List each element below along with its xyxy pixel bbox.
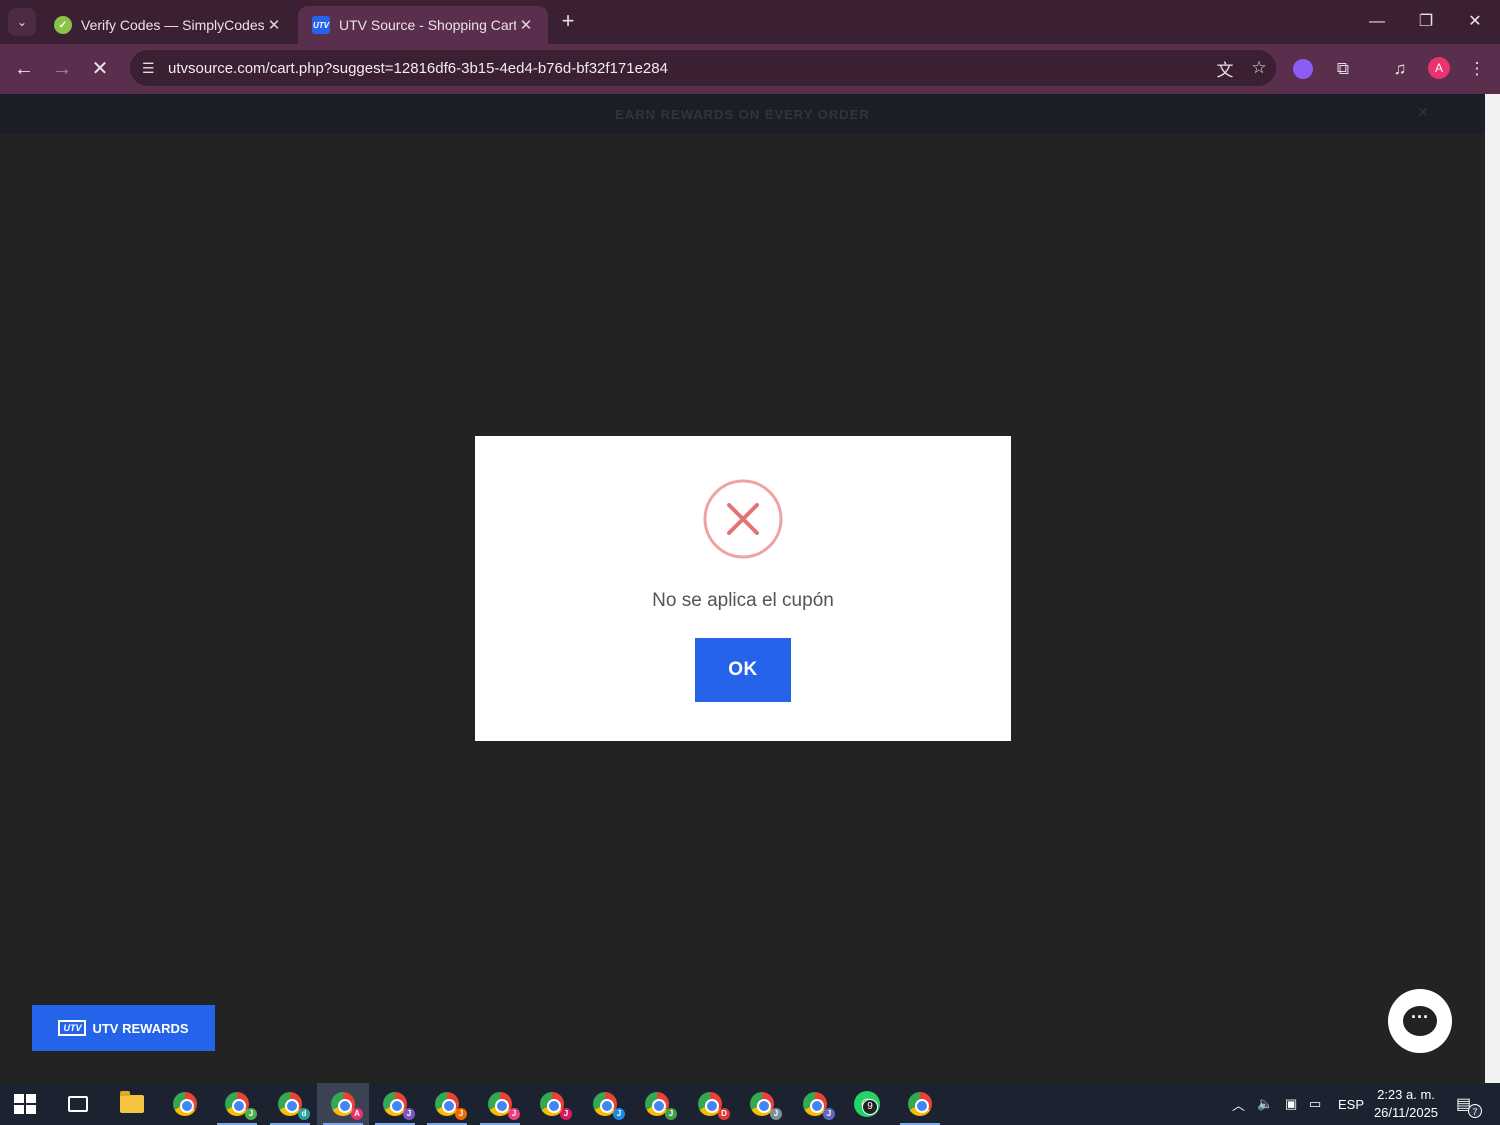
taskbar-chrome-app[interactable]: J <box>736 1083 788 1125</box>
tab-strip: ⌄ ✓ Verify Codes — SimplyCodes ✕ UTV UTV… <box>0 0 1500 44</box>
site-info-icon[interactable]: ☰ <box>142 60 168 77</box>
page-scrollbar[interactable] <box>1485 94 1500 1083</box>
network-icon[interactable]: ▭ <box>1309 1083 1321 1125</box>
taskbar-chrome-app[interactable]: J <box>526 1083 578 1125</box>
meet-camera-icon[interactable]: ▣ <box>1285 1083 1297 1125</box>
notification-count: 7 <box>1468 1104 1482 1118</box>
url-text[interactable]: utvsource.com/cart.php?suggest=12816df6-… <box>168 60 1208 77</box>
forward-icon[interactable]: → <box>48 55 76 83</box>
task-view-button[interactable] <box>52 1083 104 1125</box>
address-bar[interactable]: ☰ utvsource.com/cart.php?suggest=12816df… <box>130 50 1276 86</box>
volume-icon[interactable]: 🔈 <box>1257 1083 1273 1125</box>
folder-icon <box>120 1091 144 1113</box>
new-tab-button[interactable]: + <box>556 10 580 34</box>
simplycodes-extension-icon[interactable] <box>1290 56 1316 82</box>
taskbar-chrome-app[interactable] <box>159 1083 211 1125</box>
close-icon[interactable]: ✕ <box>516 16 536 34</box>
profile-avatar[interactable]: A <box>1428 57 1450 79</box>
promo-bar: EARN REWARDS ON EVERY ORDER ✕ <box>0 94 1485 134</box>
profile-badge: A <box>351 1108 363 1120</box>
taskbar-chrome-app[interactable]: J <box>789 1083 841 1125</box>
promo-text: EARN REWARDS ON EVERY ORDER <box>615 106 870 122</box>
ok-button[interactable]: OK <box>695 638 791 702</box>
tab-title: Verify Codes — SimplyCodes <box>81 17 264 33</box>
file-explorer-button[interactable] <box>106 1083 158 1125</box>
chat-bubble-icon: ··· <box>1403 1006 1437 1036</box>
windows-taskbar: J d A J J J J J J D J J ✆9 ︿ 🔈 ▣ ▭ ESP 2… <box>0 1083 1500 1125</box>
menu-kebab-icon[interactable]: ⋮ <box>1464 56 1490 82</box>
taskbar-chrome-app-active[interactable]: A <box>317 1083 369 1125</box>
profile-badge: J <box>613 1108 625 1120</box>
clock-time: 2:23 a. m. <box>1377 1087 1435 1102</box>
chat-widget-button[interactable]: ··· <box>1388 989 1452 1053</box>
tab-search-button[interactable]: ⌄ <box>8 8 36 36</box>
show-hidden-icons-chevron-icon[interactable]: ︿ <box>1232 1083 1245 1125</box>
profile-badge: J <box>560 1108 572 1120</box>
whatsapp-badge: 9 <box>862 1099 878 1115</box>
alert-dialog: No se aplica el cupón OK <box>475 436 1011 741</box>
taskbar-chrome-app[interactable]: d <box>264 1083 316 1125</box>
taskbar-chrome-app[interactable]: J <box>421 1083 473 1125</box>
task-view-icon <box>68 1096 88 1112</box>
taskbar-whatsapp-app[interactable]: ✆9 <box>841 1083 893 1125</box>
taskbar-chrome-app[interactable]: D <box>684 1083 736 1125</box>
profile-badge: J <box>823 1108 835 1120</box>
windows-start-icon[interactable] <box>14 1094 36 1114</box>
chevron-down-icon: ⌄ <box>16 15 28 29</box>
restore-icon[interactable]: ❐ <box>1403 8 1449 36</box>
browser-toolbar: ← → ✕ ☰ utvsource.com/cart.php?suggest=1… <box>0 44 1500 94</box>
system-clock[interactable]: 2:23 a. m. 26/11/2025 <box>1366 1086 1446 1122</box>
error-x-icon <box>703 479 783 559</box>
chrome-icon <box>908 1092 932 1116</box>
simplycodes-favicon-icon: ✓ <box>54 16 72 34</box>
profile-badge: J <box>245 1108 257 1120</box>
rewards-button[interactable]: UTV UTV REWARDS <box>32 1005 215 1051</box>
whatsapp-icon: ✆9 <box>854 1091 880 1117</box>
profile-badge: D <box>718 1108 730 1120</box>
bookmark-star-icon[interactable]: ☆ <box>1242 58 1276 78</box>
tab-title: UTV Source - Shopping Cart <box>339 17 516 33</box>
stop-loading-icon[interactable]: ✕ <box>86 55 114 83</box>
rewards-label: UTV REWARDS <box>92 1020 189 1036</box>
taskbar-chrome-app[interactable]: J <box>631 1083 683 1125</box>
taskbar-chrome-app[interactable] <box>894 1083 946 1125</box>
minimize-icon[interactable]: — <box>1354 8 1400 36</box>
taskbar-chrome-app[interactable]: J <box>211 1083 263 1125</box>
media-control-icon[interactable]: ♫ <box>1387 56 1413 82</box>
utv-favicon-icon: UTV <box>312 16 330 34</box>
clock-date: 26/11/2025 <box>1373 1105 1439 1120</box>
language-indicator[interactable]: ESP <box>1338 1083 1364 1125</box>
profile-badge: J <box>665 1108 677 1120</box>
dialog-message: No se aplica el cupón <box>652 590 834 611</box>
chrome-icon <box>173 1092 197 1116</box>
profile-badge: J <box>403 1108 415 1120</box>
tab-utv-source[interactable]: UTV UTV Source - Shopping Cart ✕ <box>298 6 548 44</box>
profile-badge: J <box>770 1108 782 1120</box>
taskbar-chrome-app[interactable]: J <box>474 1083 526 1125</box>
profile-badge: J <box>508 1108 520 1120</box>
profile-badge: J <box>455 1108 467 1120</box>
utv-logo: UTV <box>58 1020 87 1036</box>
notification-center-icon[interactable]: ▤ 7 <box>1456 1094 1482 1118</box>
profile-badge: d <box>298 1108 310 1120</box>
extensions-puzzle-icon[interactable]: ⧉ <box>1330 56 1356 82</box>
translate-icon[interactable]: 文 <box>1208 56 1242 81</box>
window-close-icon[interactable]: ✕ <box>1452 8 1498 36</box>
close-icon[interactable]: ✕ <box>264 16 284 34</box>
taskbar-chrome-app[interactable]: J <box>579 1083 631 1125</box>
promo-close-icon[interactable]: ✕ <box>1417 104 1429 121</box>
taskbar-chrome-app[interactable]: J <box>369 1083 421 1125</box>
tab-simplycodes[interactable]: ✓ Verify Codes — SimplyCodes ✕ <box>40 6 296 44</box>
back-icon[interactable]: ← <box>10 55 38 83</box>
